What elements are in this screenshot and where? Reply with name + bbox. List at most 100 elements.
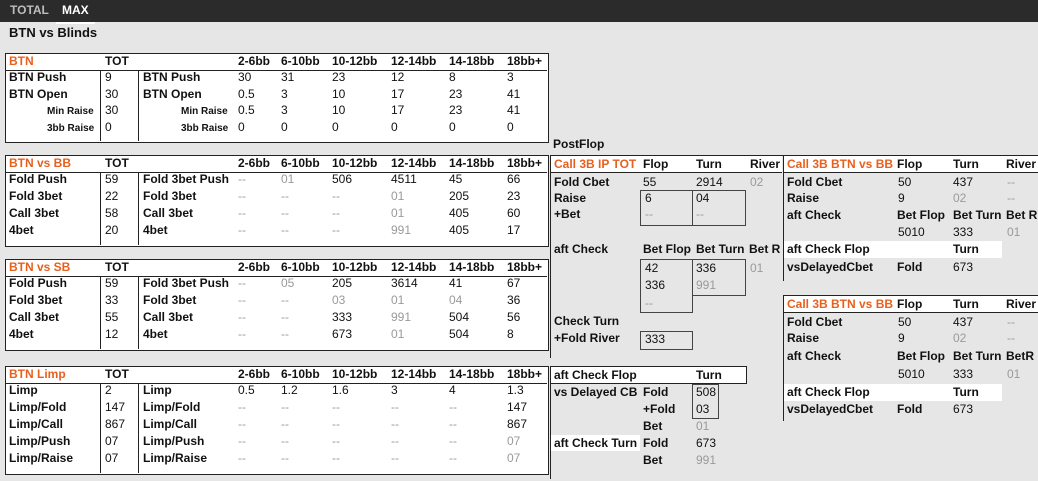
limp-col-header-c6: 18bb+ [507,367,543,381]
btn-row-1-c2: 3 [281,86,288,101]
vssb-row-0-c2: 05 [281,276,295,290]
call3b-bb1-aft-check-turn-value: 333 [953,225,974,239]
call3b-bb1-vs-delayed-fold-value: 673 [953,260,974,274]
vssb-row-2-c3: 333 [332,310,353,324]
call3b-bb1-raise-turn: 02 [953,191,967,205]
vsbb-col-header-c3: 10-12bb [332,156,378,170]
call3b-ip-plus-bet-flop: -- [645,207,653,221]
call3b-bb2-vs-delayed-fold-label: Fold [897,402,923,416]
vssb-row-1-c6: 36 [507,293,521,307]
btn-row-3-tot: 0 [105,119,112,134]
call3b-bb2-fold-cbet-flop: 50 [898,315,912,329]
limp-row-1-c2: -- [281,400,289,414]
btn-tot-divider [100,71,101,141]
limp-col-header-c4: 12-14bb [391,367,437,381]
vssb-col-header-c6: 18bb+ [507,260,543,274]
btn-row-3-c1: 0 [238,119,245,134]
vssb-row-3-c2: -- [281,327,289,341]
vssb-row-2-label: Call 3bet [9,310,60,324]
call3b-ip-raise-flop: 6 [645,191,652,205]
vssb-detail-divider [138,277,139,349]
call3b-bb1-aft-check-label: aft Check [787,208,842,222]
vsbb-col-header-c5: 14-18bb [449,156,495,170]
tab-total[interactable]: TOTAL [10,0,49,22]
limp-row-3-label2: Limp/Push [143,434,205,448]
call3b-bb1-bet-flop-header: Bet Flop [897,208,945,222]
call3b-ip-aft-check-r1-flop: 42 [645,261,659,275]
limp-row-2-c6: 867 [507,417,528,431]
call3b-bb2-aft-check-flop-turn-header: Turn [953,385,979,399]
call3b-bb2-fold-cbet-label: Fold Cbet [787,315,843,329]
limp-col-header-c2: 6-10bb [281,367,320,381]
limp-row-4-label: Limp/Raise [9,451,74,465]
vsbb-col-header-c1: 2-6bb [238,156,271,170]
btn-row-0-c4: 12 [391,70,405,84]
vssb-row-3-c4: 01 [391,327,405,341]
vsbb-row-3-tot: 20 [105,223,119,237]
limp-row-4-c1: -- [238,451,246,465]
vsbb-row-3-c3: -- [332,223,340,237]
vssb-row-0-c3: 205 [332,276,353,290]
vsbb-row-3-label2: 4bet [143,223,168,237]
btn-row-2-tot: 30 [105,103,119,117]
limp-row-1-c6: 147 [507,400,528,414]
vsbb-row-1-c2: -- [281,189,289,203]
vssb-row-1-c5: 04 [449,293,463,307]
vs-delayed-bet-label: Bet [643,419,663,433]
btn-row-2-label2: Min Raise [181,106,228,117]
page-title: BTN vs Blinds [9,25,98,40]
vsbb-row-1-c3: -- [332,189,340,203]
vsbb-row-2-c6: 60 [507,206,521,220]
btn-row-0-c5: 8 [449,70,456,84]
limp-col-header-c5: 14-18bb [449,367,495,381]
vsbb-row-1-c1: -- [238,189,246,203]
call3b-bb2-vs-delayed-label: vsDelayedCbet [787,402,874,416]
btn-row-3-c6: 0 [507,119,514,134]
limp-row-2-label: Limp/Call [9,417,64,431]
vsbb-row-2-tot: 58 [105,206,119,220]
vssb-header: BTN vs SB [9,260,71,274]
vssb-row-0-label: Fold Push [9,276,67,290]
aft-check-turn-bet-label: Bet [643,453,663,467]
vsbb-row-0-c4: 4511 [391,172,417,186]
call3b-ip-fold-river-value: 333 [645,332,666,346]
vsbb-row-0-tot: 59 [105,172,119,186]
btn-row-1-label: BTN Open [9,86,68,101]
call3b-bb1-aft-check-flop-value: 5010 [898,225,925,239]
call3b-ip-bet-river-header: Bet R [749,242,781,256]
vs-delayed-fold-value: 508 [696,385,717,399]
btn-col-header-c1: 2-6bb [238,54,271,68]
limp-row-0-label: Limp [9,383,38,397]
limp-row-1-tot: 147 [105,400,126,414]
vsbb-row-0-label2: Fold 3bet Push [143,172,230,186]
call3b-bb1-aft-check-river-value: 01 [1007,225,1021,239]
call3b-bb1-fold-cbet-flop: 50 [898,175,912,189]
call3b-bb2-aft-check-label: aft Check [787,349,842,363]
btn-row-1-c5: 23 [449,86,463,101]
btn-col-header-c6: 18bb+ [507,54,543,68]
limp-header-line [6,383,547,384]
postflop-title: PostFlop [553,137,605,151]
vs-delayed-plus-fold-value: 03 [696,402,710,416]
vssb-row-3-c6: 8 [507,327,514,341]
call3b-ip-fold-cbet-turn: 2914 [696,175,723,189]
vssb-row-0-tot: 59 [105,276,119,290]
vsbb-header: BTN vs BB [9,156,72,170]
limp-row-2-tot: 867 [105,417,126,431]
call3b-ip-raise-turn: 04 [696,191,710,205]
vsbb-row-1-c6: 23 [507,189,521,203]
tab-max[interactable]: MAX [56,0,95,24]
limp-row-3-c2: -- [281,434,289,448]
call3b-bb2-flop-header: Flop [897,297,923,311]
call3b-bb2-bet-turn-header: Bet Turn [953,349,1002,363]
limp-row-3-c5: -- [449,434,457,448]
vssb-col-header-c5: 14-18bb [449,260,495,274]
limp-row-3-c6: 07 [507,434,521,448]
call3b-bb1-flop-header: Flop [897,157,923,171]
limp-row-1-c3: -- [332,400,340,414]
call3b-ip-left-border [550,156,551,357]
call3b-bb2-raise-river: -- [1007,331,1015,345]
call3b-ip-header-line [551,172,782,173]
btn-header: BTN [9,54,34,68]
call3b-bb2-river-header: River [1006,297,1037,311]
